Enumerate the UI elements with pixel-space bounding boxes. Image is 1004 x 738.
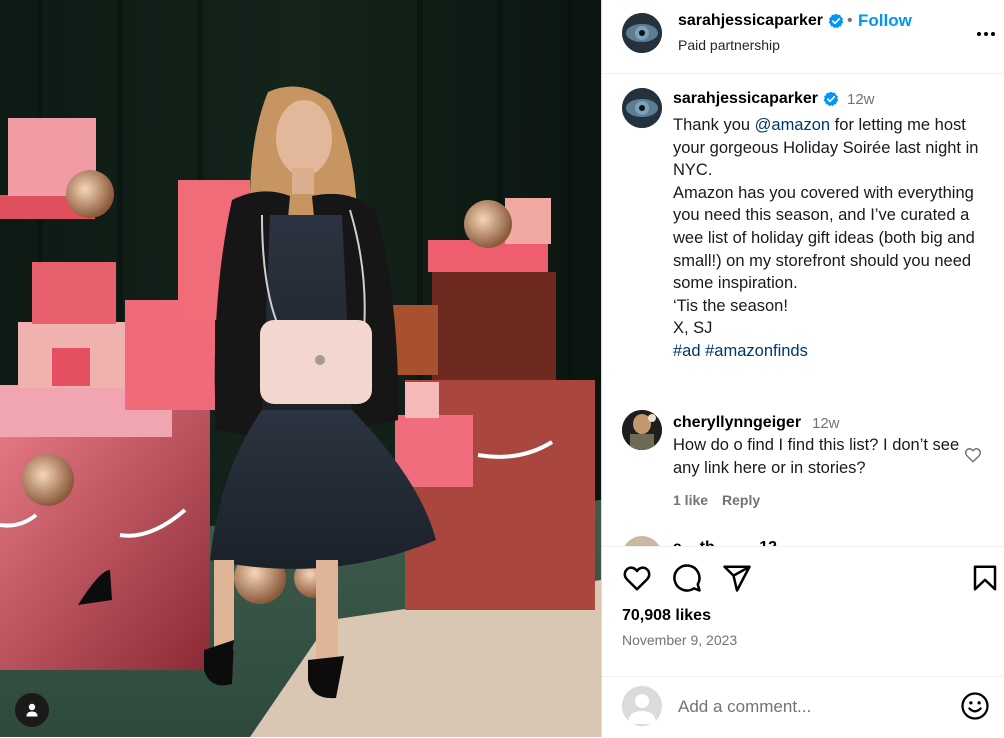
caption-text: Thank you @amazon for letting me host yo… [673,114,993,363]
caption-avatar[interactable] [622,88,662,128]
caption-line: X, SJ [673,319,713,338]
reply-button[interactable]: Reply [722,492,760,508]
heart-icon[interactable] [964,446,982,464]
caption-line: ‘Tis the season! [673,296,788,315]
post-image [0,0,601,737]
add-comment-bar [602,676,1004,738]
more-horizontal-icon[interactable] [974,22,998,46]
post-photo[interactable] [0,0,601,737]
likes-count[interactable]: 70,908 likes [622,607,711,625]
post-actions: 70,908 likes November 9, 2023 [602,547,1004,677]
comment-likes[interactable]: 1 like [673,492,708,508]
hashtag-link[interactable]: #ad [673,342,701,360]
current-user-avatar [622,686,662,726]
verified-badge-icon [823,91,839,107]
caption-username[interactable]: sarahjessicaparker [673,90,839,108]
post-date[interactable]: November 9, 2023 [622,632,737,648]
author-avatar[interactable] [622,13,662,53]
comment-icon[interactable] [672,563,702,593]
separator-dot: • [847,12,853,29]
post-header: sarahjessicaparker • Follow Paid partner… [602,0,1004,74]
hashtag-link[interactable]: #amazonfinds [705,342,808,360]
follow-button[interactable]: Follow [858,11,912,31]
commenter-avatar[interactable] [622,410,662,450]
commenter-username[interactable]: a__th__ __ 12 [673,539,777,546]
verified-badge-icon [828,13,844,29]
emoji-icon[interactable] [960,691,990,721]
commenter-avatar[interactable] [622,536,662,546]
comment-input[interactable] [678,694,948,720]
paid-partnership-label[interactable]: Paid partnership [678,37,780,53]
post-sidebar: sarahjessicaparker • Follow Paid partner… [601,0,1004,737]
comment-timestamp[interactable]: 12w [812,415,840,432]
person-icon [26,703,38,717]
user-tags-button[interactable] [15,693,49,727]
comments-list[interactable]: sarahjessicaparker 12w Thank you @amazon… [602,74,1004,547]
heart-icon[interactable] [622,563,652,593]
author-username[interactable]: sarahjessicaparker [678,12,844,30]
mention-link[interactable]: @amazon [755,116,830,134]
share-icon[interactable] [722,563,752,593]
bookmark-icon[interactable] [970,563,1000,593]
caption-timestamp[interactable]: 12w [847,91,875,108]
caption-line: Amazon has you covered with everything y… [673,183,975,293]
default-avatar-icon [622,686,662,726]
comment-text: How do o find I find this list? I don’t … [673,436,960,477]
commenter-username[interactable]: cheryllynngeiger [673,414,801,432]
